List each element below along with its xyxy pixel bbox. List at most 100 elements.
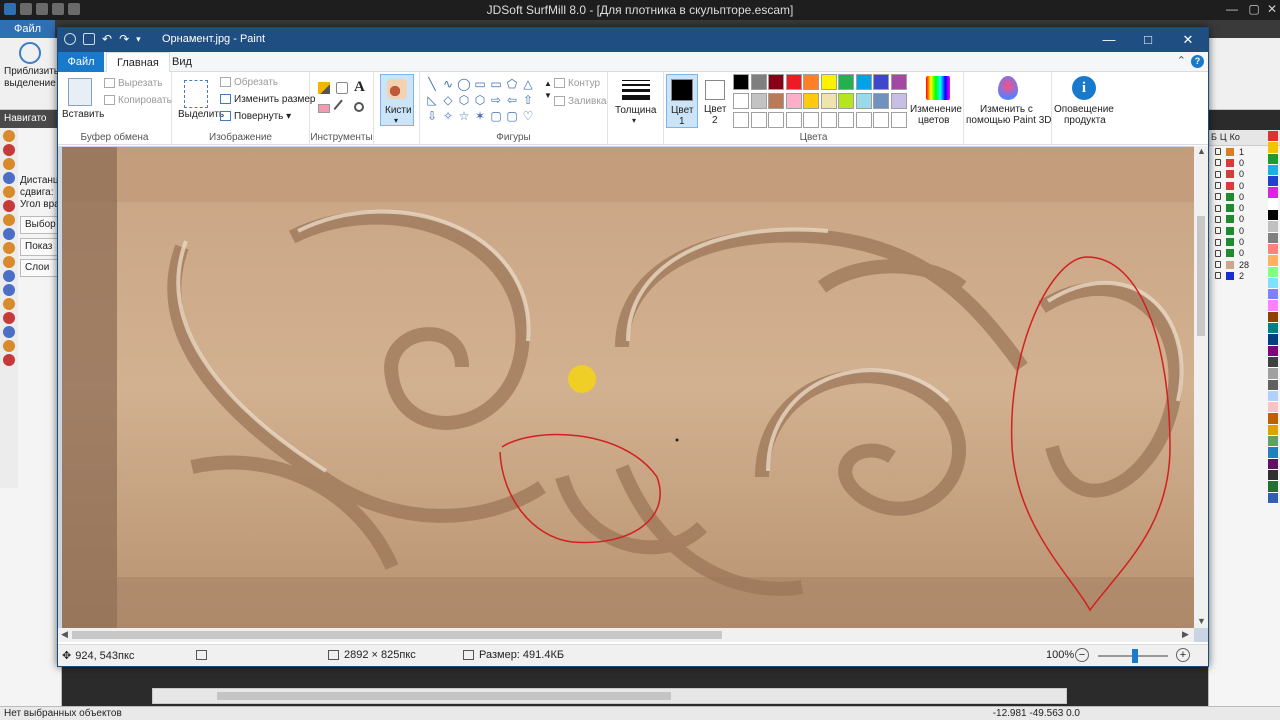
palette-swatch[interactable] <box>1268 402 1278 414</box>
help-icon[interactable]: ? <box>1191 55 1204 68</box>
lock-icon[interactable] <box>1215 249 1221 257</box>
lock-icon[interactable] <box>1215 193 1221 201</box>
tool-icon[interactable] <box>3 214 15 226</box>
lock-icon[interactable] <box>1215 182 1221 190</box>
empty-color-swatch[interactable] <box>890 112 907 128</box>
lock-icon[interactable] <box>1215 272 1221 280</box>
shape-icon[interactable]: ╲ <box>424 76 440 92</box>
color-swatch[interactable] <box>820 93 837 109</box>
brushes-button[interactable]: Кисти ▾ <box>380 74 414 126</box>
layer-color-swatch[interactable] <box>1226 226 1234 235</box>
scroll-left-icon[interactable]: ◀ <box>61 629 68 640</box>
palette-swatch[interactable] <box>1268 413 1278 425</box>
empty-color-swatch[interactable] <box>838 112 854 128</box>
color-swatch[interactable] <box>785 74 802 90</box>
product-alert-button[interactable]: i Оповещение продукта <box>1052 74 1116 128</box>
column-header[interactable]: Б <box>1211 132 1217 143</box>
color1-button[interactable]: Цвет 1 <box>666 74 698 128</box>
tool-icon[interactable] <box>3 130 15 142</box>
palette-swatch[interactable] <box>1268 436 1278 448</box>
tool-icon[interactable] <box>3 242 15 254</box>
color-swatch[interactable] <box>855 93 872 109</box>
shape-icon[interactable]: ▢ <box>504 108 520 124</box>
drawing-canvas[interactable] <box>62 147 1195 628</box>
show-button[interactable]: Показ <box>20 238 62 256</box>
horizontal-scroll-thumb[interactable] <box>72 631 722 639</box>
empty-color-swatch[interactable] <box>820 112 837 128</box>
lock-icon[interactable] <box>1215 148 1221 156</box>
tool-icon[interactable] <box>3 298 15 310</box>
cut-button[interactable]: Вырезать <box>104 78 162 90</box>
zoom-slider[interactable] <box>1098 649 1168 663</box>
empty-color-swatch[interactable] <box>768 112 784 128</box>
surfmill-close-button[interactable]: ✕ <box>1262 2 1280 16</box>
surfmill-horizontal-scrollbar[interactable] <box>152 688 1067 704</box>
color-swatch[interactable] <box>838 74 854 90</box>
layer-color-swatch[interactable] <box>1226 249 1234 258</box>
shape-icon[interactable]: ◺ <box>424 92 440 108</box>
column-header[interactable]: Ко <box>1230 132 1240 143</box>
resize-button[interactable]: Изменить размер <box>220 94 315 106</box>
scroll-up-icon[interactable]: ▲ <box>1197 146 1206 156</box>
color-swatch[interactable] <box>873 74 889 90</box>
surfmill-maximize-button[interactable]: ▢ <box>1244 2 1264 16</box>
shape-icon[interactable]: ▭ <box>488 76 504 92</box>
palette-swatch[interactable] <box>1268 277 1278 290</box>
shape-icon[interactable]: ♡ <box>520 108 536 124</box>
palette-swatch[interactable] <box>1268 356 1278 369</box>
empty-color-swatch[interactable] <box>750 112 767 128</box>
layer-color-swatch[interactable] <box>1226 271 1234 280</box>
paste-button[interactable]: Вставить <box>62 76 104 126</box>
scroll-thumb[interactable] <box>217 692 671 700</box>
lock-icon[interactable] <box>1215 261 1221 269</box>
lock-icon[interactable] <box>1215 215 1221 223</box>
palette-swatch[interactable] <box>1268 390 1278 403</box>
zoom-in-button[interactable]: + <box>1176 648 1190 662</box>
crop-button[interactable]: Обрезать <box>220 77 278 89</box>
thickness-button[interactable]: Толщина ▾ <box>614 76 658 125</box>
palette-swatch[interactable] <box>1268 232 1278 244</box>
color-swatch[interactable] <box>838 93 854 109</box>
palette-swatch[interactable] <box>1268 131 1278 143</box>
palette-swatch[interactable] <box>1268 424 1278 437</box>
collapse-ribbon-icon[interactable]: ⌃ <box>1177 54 1186 67</box>
palette-swatch[interactable] <box>1268 187 1278 199</box>
canvas-horizontal-scrollbar[interactable]: ◀ ▶ <box>58 628 1194 642</box>
color-swatch[interactable] <box>768 93 784 109</box>
shape-icon[interactable]: △ <box>520 76 536 92</box>
surfmill-minimize-button[interactable]: — <box>1222 2 1242 16</box>
palette-swatch[interactable] <box>1268 481 1278 493</box>
zoom-selection-button[interactable]: Приблизить выделение <box>4 40 59 102</box>
undo-icon[interactable]: ↶ <box>102 32 112 46</box>
palette-swatch[interactable] <box>1268 142 1278 154</box>
zoom-slider-knob[interactable] <box>1132 649 1138 663</box>
lock-icon[interactable] <box>1215 227 1221 235</box>
shape-icon[interactable]: ◇ <box>440 92 456 108</box>
palette-swatch[interactable] <box>1268 300 1278 312</box>
layer-color-swatch[interactable] <box>1226 147 1234 156</box>
redo-icon[interactable]: ↷ <box>119 32 129 46</box>
scroll-down-icon[interactable]: ▼ <box>1197 616 1206 626</box>
palette-swatch[interactable] <box>1268 345 1278 357</box>
shape-icon[interactable]: ☆ <box>456 108 472 124</box>
select-button[interactable]: Выбор <box>20 216 62 234</box>
palette-swatch[interactable] <box>1268 176 1278 188</box>
color-swatch[interactable] <box>890 93 907 109</box>
paint-maximize-button[interactable]: □ <box>1133 31 1163 49</box>
paint-close-button[interactable]: ✕ <box>1173 31 1203 49</box>
color-swatch[interactable] <box>803 74 819 90</box>
select-button[interactable]: Выделить <box>176 76 224 126</box>
palette-swatch[interactable] <box>1268 447 1278 459</box>
palette-swatch[interactable] <box>1268 289 1278 301</box>
palette-swatch[interactable] <box>1268 492 1278 504</box>
pencil-icon[interactable] <box>318 82 330 94</box>
layer-color-swatch[interactable] <box>1226 181 1234 190</box>
vertical-scroll-thumb[interactable] <box>1197 216 1205 336</box>
customize-qat-icon[interactable]: ▾ <box>136 34 141 45</box>
color-swatch[interactable] <box>750 93 767 109</box>
copy-button[interactable]: Копировать <box>104 95 172 107</box>
tab-view[interactable]: Вид <box>162 52 202 72</box>
tool-icon[interactable] <box>3 326 15 338</box>
layers-button[interactable]: Слои <box>20 259 62 277</box>
outline-button[interactable]: Контур <box>554 78 600 90</box>
